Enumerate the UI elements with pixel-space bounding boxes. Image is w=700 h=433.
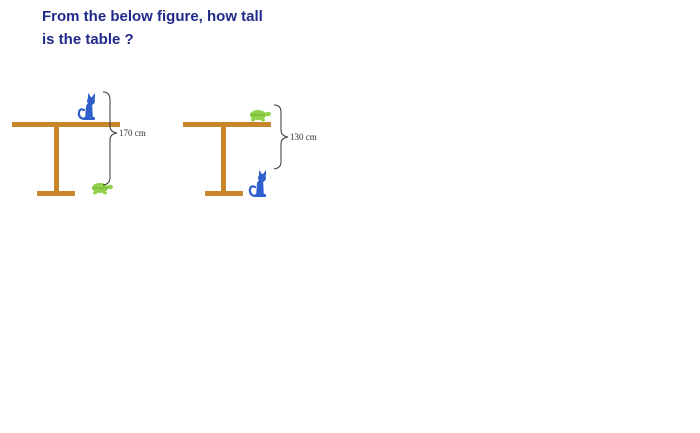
brace-icon xyxy=(102,91,118,186)
measurement-label-1: 170 cm xyxy=(119,128,146,138)
puzzle-figure: 170 cm 130 cm xyxy=(12,91,317,199)
cat-icon xyxy=(248,168,268,199)
brace-icon xyxy=(273,104,289,170)
measurement-label-2: 130 cm xyxy=(290,132,317,142)
figure-1: 170 cm xyxy=(12,91,146,196)
turtle-icon xyxy=(91,182,114,195)
cat-icon xyxy=(77,91,97,122)
figure-2: 130 cm xyxy=(183,104,317,199)
turtle-icon xyxy=(249,109,272,122)
